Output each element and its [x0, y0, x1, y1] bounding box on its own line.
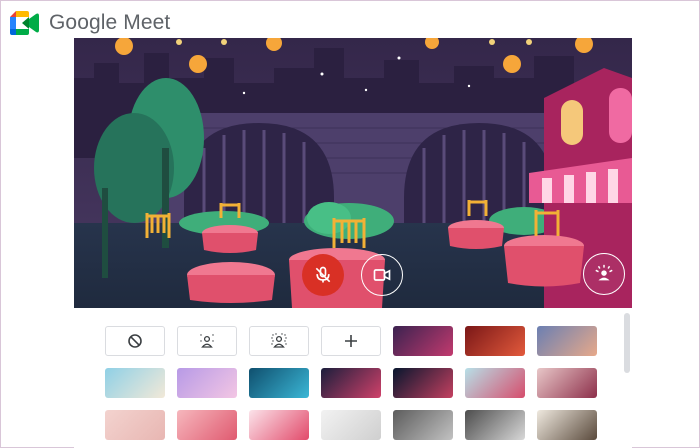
no-effect-icon — [128, 334, 142, 348]
bg-grey-interior-thumbnail[interactable] — [393, 410, 453, 440]
bg-beach-thumbnail[interactable] — [105, 368, 165, 398]
google-meet-logo-icon — [10, 11, 39, 35]
no-effect-button[interactable] — [105, 326, 165, 356]
video-camera-icon — [373, 269, 391, 281]
slight-blur-icon — [200, 334, 214, 348]
restaurant-background-image — [74, 38, 632, 308]
microphone-off-button[interactable] — [302, 254, 344, 296]
camera-preview — [74, 38, 632, 308]
bg-underwater-thumbnail[interactable] — [249, 368, 309, 398]
visual-effects-button[interactable] — [583, 253, 625, 295]
add-background-button[interactable] — [321, 326, 381, 356]
effects-grid — [105, 326, 597, 440]
slight-blur-button[interactable] — [177, 326, 237, 356]
bg-fireworks-thumbnail[interactable] — [393, 368, 453, 398]
effects-scrollbar[interactable] — [624, 313, 630, 373]
effects-panel — [74, 308, 632, 448]
bg-cherry-blossom-thumbnail[interactable] — [465, 368, 525, 398]
bg-confetti-thumbnail[interactable] — [249, 410, 309, 440]
bg-sunset-thumbnail[interactable] — [537, 326, 597, 356]
bg-clouds-thumbnail[interactable] — [177, 368, 237, 398]
bg-flowers-thumbnail[interactable] — [537, 368, 597, 398]
mic-off-icon — [315, 266, 331, 283]
bg-lanterns-thumbnail[interactable] — [465, 326, 525, 356]
blur-button[interactable] — [249, 326, 309, 356]
bg-white-room-thumbnail[interactable] — [321, 410, 381, 440]
app-title: Google Meet — [49, 11, 171, 34]
bg-office-thumbnail[interactable] — [465, 410, 525, 440]
bg-pink-pattern-thumbnail[interactable] — [177, 410, 237, 440]
bg-restaurant-thumbnail[interactable] — [393, 326, 453, 356]
bg-pink-wall-thumbnail[interactable] — [105, 410, 165, 440]
add-icon — [345, 335, 357, 347]
blur-icon — [271, 333, 287, 348]
bg-galaxy-thumbnail[interactable] — [321, 368, 381, 398]
camera-button[interactable] — [361, 254, 403, 296]
app-header: Google Meet — [10, 8, 170, 38]
visual-effects-icon — [595, 264, 613, 281]
bg-bookshelf-thumbnail[interactable] — [537, 410, 597, 440]
